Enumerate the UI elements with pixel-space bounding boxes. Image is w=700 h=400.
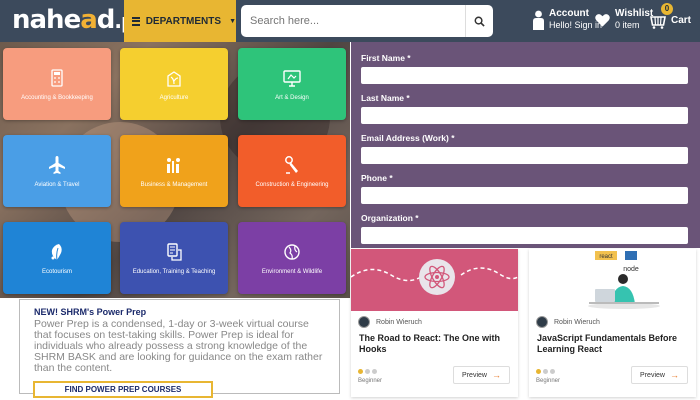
cart-link[interactable]: Cart xyxy=(650,13,691,29)
organization-input[interactable] xyxy=(361,227,688,244)
course-card[interactable]: react node Robin Wieruch JavaScript Fund… xyxy=(529,249,696,397)
react-logo-icon xyxy=(351,259,518,295)
cart-label: Cart xyxy=(671,15,692,26)
course-level: Beginner xyxy=(358,378,383,384)
arrow-right-icon: → xyxy=(491,370,501,380)
category-tile[interactable]: Education, Training & Teaching xyxy=(120,222,228,294)
avatar xyxy=(358,316,370,328)
first-name-input[interactable] xyxy=(361,67,688,84)
wishlist-link[interactable]: Wishlist 0 item xyxy=(595,8,653,31)
course-title[interactable]: The Road to React: The One with Hooks xyxy=(359,333,511,355)
category-tile[interactable]: Aviation & Travel xyxy=(3,135,111,207)
header: nahead.pk DEPARTMENTS ▼ Account Hel xyxy=(0,0,700,42)
category-tile[interactable]: Construction & Engineering xyxy=(238,135,346,207)
course-title[interactable]: JavaScript Fundamentals Before Learning … xyxy=(537,333,689,355)
departments-button[interactable]: DEPARTMENTS ▼ xyxy=(124,0,236,42)
arrow-right-icon: → xyxy=(669,370,679,380)
level-indicator xyxy=(358,369,377,374)
category-tile[interactable]: Environment & Wildlife xyxy=(238,222,346,294)
level-indicator xyxy=(536,369,555,374)
leaf-icon xyxy=(51,243,62,260)
user-icon xyxy=(533,10,544,30)
course-author: Robin Wieruch xyxy=(358,316,422,328)
first-name-field: First Name * xyxy=(361,52,689,92)
search-input[interactable] xyxy=(241,5,465,37)
developer-illustration-icon: react node xyxy=(588,251,660,309)
caret-down-icon: ▼ xyxy=(229,17,236,25)
book-icon xyxy=(167,242,182,261)
account-link[interactable]: Account Hello! Sign in xyxy=(533,8,602,31)
contact-form: First Name * Last Name * Email Address (… xyxy=(351,42,700,248)
search-button[interactable] xyxy=(465,5,493,37)
wishlist-count: 0 item xyxy=(615,20,640,30)
search-bar xyxy=(241,5,493,37)
organization-field: Organization * xyxy=(361,212,689,252)
svg-text:react: react xyxy=(599,254,613,260)
calculator-icon xyxy=(51,68,63,87)
category-tile[interactable]: Agriculture xyxy=(120,48,228,120)
airplane-icon xyxy=(49,155,65,174)
chart-icon xyxy=(167,157,180,173)
new-tag: NEW! xyxy=(34,307,58,317)
menu-icon xyxy=(132,16,140,26)
phone-field: Phone * xyxy=(361,172,689,212)
category-label: Education, Training & Teaching xyxy=(132,268,216,275)
category-label: Agriculture xyxy=(159,94,189,101)
promo-body: Power Prep is a condensed, 1-day or 3-we… xyxy=(34,318,323,374)
category-tile[interactable]: Ecotourism xyxy=(3,222,111,294)
category-tile[interactable]: Accounting & Bookkeeping xyxy=(3,48,111,120)
last-name-field: Last Name * xyxy=(361,92,689,132)
category-label: Environment & Wildlife xyxy=(261,268,323,275)
wishlist-title: Wishlist xyxy=(615,8,654,19)
preview-button[interactable]: Preview → xyxy=(453,366,510,384)
tools-icon xyxy=(285,155,298,174)
cart-icon xyxy=(650,16,666,29)
promo-title: NEW! SHRM's Power Prep xyxy=(34,307,147,317)
organization-label: Organization * xyxy=(361,213,419,223)
phone-label: Phone * xyxy=(361,173,393,183)
avatar xyxy=(536,316,548,328)
category-label: Art & Design xyxy=(275,94,309,101)
first-name-label: First Name * xyxy=(361,53,411,63)
find-power-prep-button[interactable]: FIND POWER PREP COURSES xyxy=(33,381,213,398)
category-label: Ecotourism xyxy=(41,268,72,275)
heart-icon xyxy=(595,13,610,27)
category-label: Business & Management xyxy=(140,181,208,188)
globe-icon xyxy=(284,243,300,260)
search-icon xyxy=(474,16,485,27)
category-tile[interactable]: Art & Design xyxy=(238,48,346,120)
monitor-icon xyxy=(283,69,301,87)
email-field: Email Address (Work) * xyxy=(361,132,689,172)
category-label: Construction & Engineering xyxy=(255,181,329,188)
last-name-input[interactable] xyxy=(361,107,688,124)
course-thumbnail xyxy=(351,249,518,311)
category-tile[interactable]: Business & Management xyxy=(120,135,228,207)
category-label: Accounting & Bookkeeping xyxy=(21,94,93,101)
email-input[interactable] xyxy=(361,147,688,164)
course-thumbnail: react node xyxy=(529,249,696,311)
last-name-label: Last Name * xyxy=(361,93,410,103)
course-author: Robin Wieruch xyxy=(536,316,600,328)
category-label: Aviation & Travel xyxy=(34,181,80,188)
plant-icon xyxy=(167,70,181,87)
cart-count-badge: 0 xyxy=(661,3,673,15)
promo-box: NEW! SHRM's Power Prep Power Prep is a c… xyxy=(19,299,340,394)
course-level: Beginner xyxy=(536,378,561,384)
svg-text:node: node xyxy=(623,266,639,273)
email-label: Email Address (Work) * xyxy=(361,133,455,143)
preview-button[interactable]: Preview → xyxy=(631,366,688,384)
departments-label: DEPARTMENTS xyxy=(145,15,222,27)
phone-input[interactable] xyxy=(361,187,688,204)
course-card[interactable]: Robin Wieruch The Road to React: The One… xyxy=(351,249,518,397)
